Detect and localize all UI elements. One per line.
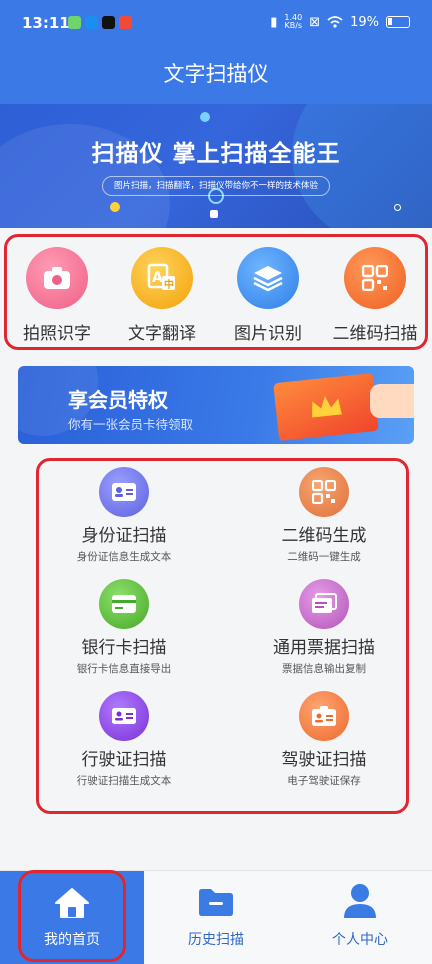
tool-icon-circle	[344, 247, 406, 309]
feature-name: 行驶证扫描	[81, 750, 167, 770]
quick-tools: 拍照识字 A 中 文字翻译 图片识别 二维码扫描	[4, 234, 428, 350]
feature-icon-circle	[299, 579, 349, 629]
feature-name: 二维码生成	[281, 526, 367, 546]
banner-decoration	[210, 210, 218, 218]
nav-history[interactable]: 历史扫描	[144, 871, 288, 964]
promo-banner[interactable]: 扫描仪 掌上扫描全能王 图片扫描，扫描翻译，扫描仪带给你不一样的技术体验	[0, 104, 432, 228]
tiktok-icon	[102, 16, 115, 29]
feature-desc: 行驶证扫描生成文本	[76, 775, 172, 787]
tool-label: 拍照识字	[23, 324, 91, 344]
feature-icon-circle	[99, 579, 149, 629]
banner-subtitle: 图片扫描，扫描翻译，扫描仪带给你不一样的技术体验	[102, 176, 330, 196]
tool-photo-ocr[interactable]: 拍照识字	[4, 247, 110, 344]
folder-icon	[199, 889, 233, 916]
banner-decoration	[394, 204, 401, 211]
qrcode-icon	[362, 265, 388, 291]
scan-driver-license[interactable]: 驾驶证扫描 电子驾驶证保存	[239, 691, 409, 788]
app-notification-icon	[119, 16, 132, 29]
app-notification-icon	[85, 16, 98, 29]
notification-icons	[68, 16, 132, 29]
translate-icon: A 中	[147, 263, 175, 291]
scan-vehicle-license[interactable]: 行驶证扫描 行驶证扫描生成文本	[39, 691, 209, 788]
scan-receipt[interactable]: 通用票据扫描 票据信息输出复制	[239, 579, 409, 676]
vip-card-image	[273, 372, 379, 442]
qrcode-icon	[312, 480, 336, 504]
banner-headline: 扫描仪 掌上扫描全能王	[91, 141, 341, 167]
wifi-icon	[327, 16, 343, 28]
tool-icon-circle	[237, 247, 299, 309]
scan-bank-card[interactable]: 银行卡扫描 银行卡信息直接导出	[39, 579, 209, 676]
scan-id-card[interactable]: 身份证扫描 身份证信息生成文本	[39, 467, 209, 564]
feature-name: 银行卡扫描	[81, 638, 167, 658]
battery-percent: 19%	[350, 14, 379, 30]
tool-qrcode-scan[interactable]: 二维码扫描	[322, 247, 428, 344]
driver-license-icon	[312, 706, 336, 726]
tool-text-translate[interactable]: A 中 文字翻译	[109, 247, 215, 344]
feature-desc: 电子驾驶证保存	[287, 775, 361, 787]
scan-qrcode-generate[interactable]: 二维码生成 二维码一键生成	[239, 467, 409, 564]
id-card-icon	[112, 483, 136, 501]
vehicle-license-icon	[112, 708, 136, 724]
camera-icon	[44, 267, 70, 289]
feature-desc: 银行卡信息直接导出	[76, 663, 172, 675]
feature-name: 驾驶证扫描	[281, 750, 367, 770]
nav-profile[interactable]: 个人中心	[288, 871, 432, 964]
bank-card-icon	[112, 595, 136, 613]
tool-image-recognition[interactable]: 图片识别	[215, 247, 321, 344]
feature-desc: 票据信息输出复制	[282, 663, 366, 675]
feature-icon-circle	[99, 691, 149, 741]
banner-decoration	[200, 112, 210, 122]
nav-label: 历史扫描	[188, 932, 244, 948]
tool-label: 图片识别	[234, 324, 302, 344]
layers-icon	[253, 266, 283, 292]
feature-desc: 二维码一键生成	[287, 551, 361, 563]
page-title: 文字扫描仪	[163, 62, 269, 86]
tool-icon-circle	[26, 247, 88, 309]
app-notification-icon	[68, 16, 81, 29]
feature-icon-circle	[299, 691, 349, 741]
hand-illustration	[370, 384, 414, 418]
scan-features: 身份证扫描 身份证信息生成文本 二维码生成 二维码一键生成 银行卡扫描 银行卡信…	[36, 458, 409, 814]
feature-name: 通用票据扫描	[273, 638, 375, 658]
app-header: 13:11 ▮ 1.40 KB/s ⊠ 19% 文字扫描仪	[0, 0, 432, 104]
vip-subtitle: 你有一张会员卡待领取	[68, 417, 194, 432]
feature-icon-circle	[299, 467, 349, 517]
nav-label: 个人中心	[332, 932, 388, 948]
feature-icon-circle	[99, 467, 149, 517]
feature-name: 身份证扫描	[81, 526, 167, 546]
svg-text:中: 中	[164, 278, 174, 291]
tool-label: 文字翻译	[128, 324, 196, 344]
status-bar: 13:11 ▮ 1.40 KB/s ⊠ 19%	[0, 0, 432, 50]
sim-icon: ⊠	[309, 14, 321, 30]
battery-icon	[386, 16, 410, 28]
vibrate-icon: ▮	[270, 14, 278, 30]
receipt-icon	[312, 593, 337, 613]
tool-label: 二维码扫描	[332, 324, 418, 344]
tool-icon-circle: A 中	[131, 247, 193, 309]
user-icon	[344, 884, 376, 918]
status-right: ▮ 1.40 KB/s ⊠ 19%	[270, 14, 410, 30]
status-time: 13:11	[22, 14, 70, 32]
network-speed-unit: KB/s	[284, 21, 303, 30]
vip-title: 享会员特权	[68, 388, 168, 412]
home-highlight-ring	[18, 870, 126, 962]
vip-membership-card[interactable]: 享会员特权 你有一张会员卡待领取	[18, 366, 414, 444]
crown-icon	[312, 396, 342, 418]
network-speed: 1.40 KB/s	[284, 14, 302, 30]
banner-decoration	[110, 202, 120, 212]
svg-text:A: A	[152, 270, 163, 286]
feature-desc: 身份证信息生成文本	[76, 551, 172, 563]
